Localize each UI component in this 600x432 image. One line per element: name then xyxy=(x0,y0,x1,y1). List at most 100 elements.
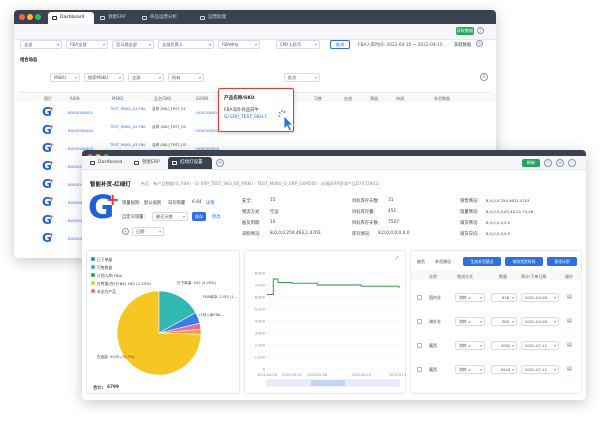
mouse-cursor-icon xyxy=(278,110,294,132)
info-value: 15 xyxy=(270,198,276,203)
x-tick-label: 2022-05-12 xyxy=(282,373,302,377)
col-reserved: 预留 xyxy=(370,96,378,101)
sales-rule-label: 销量规则: xyxy=(122,201,141,206)
row-sasin[interactable]: HGX00XX01 xyxy=(196,110,219,115)
pie-label-top: 已下单量: 292 (4.29%) xyxy=(177,281,216,285)
back-header-badge[interactable]: 获取数据 xyxy=(456,27,474,35)
col-ship: 物流方式 xyxy=(457,273,473,279)
back-setting-icon[interactable]: ⚙ xyxy=(480,73,488,81)
row-asin[interactable]: B0XX00XX02 xyxy=(68,128,93,133)
minimize-dot-icon[interactable] xyxy=(27,14,33,20)
front-tab-traffic-light[interactable]: 红绿灯设置 xyxy=(168,157,212,169)
tab-out-of-stock[interactable]: 缺货 xyxy=(417,259,425,265)
back-tab-analysis[interactable]: 商品运营分析 xyxy=(138,12,194,24)
row-ship-select[interactable]: 海铁 × xyxy=(455,341,485,350)
row-msku[interactable]: TEST_MSKU_01 FBA xyxy=(110,107,146,111)
row-delete-icon[interactable]: ▤ xyxy=(567,294,572,300)
refresh-icon[interactable]: ↻ xyxy=(476,40,483,47)
back-sub-filter-1[interactable]: MSKU xyxy=(50,73,80,82)
bell-icon[interactable]: ♪ xyxy=(568,159,576,167)
row-qty-input[interactable]: 4092 xyxy=(491,341,517,350)
row-date-input[interactable]: 2022-07-11 xyxy=(521,341,559,350)
row-qty-input[interactable]: 9944 xyxy=(491,365,517,374)
info-label: 物流方式: xyxy=(242,210,261,215)
table-row[interactable]: 墨西 海铁 × 9944 2022-07-11 ▤ xyxy=(411,361,583,379)
product-logo-icon: G + xyxy=(42,123,55,137)
front-tab-dashboard[interactable]: Dashboard xyxy=(86,157,130,169)
row-msku[interactable]: TEST_MSKU_02 FBA xyxy=(110,125,146,129)
back-tab-assistant[interactable]: 运营助理 xyxy=(196,12,244,24)
settings-icon[interactable]: ⚙ xyxy=(556,159,564,167)
col-qty: 数量 xyxy=(499,273,507,279)
custom-edit-link[interactable]: 修改 xyxy=(212,214,221,220)
back-filter-5[interactable]: FBA库存 xyxy=(218,40,260,49)
row-checkbox[interactable] xyxy=(417,343,422,348)
tab-page-icon xyxy=(52,16,57,20)
back-refresh-link[interactable]: 获取数据 xyxy=(454,42,471,48)
back-filter-1[interactable]: 全部 xyxy=(20,40,62,49)
row-qty-input[interactable]: 836 xyxy=(491,293,517,302)
row-msku[interactable]: TEST_MSKU_03 FBA xyxy=(110,143,146,147)
row-date-input[interactable]: 2022-04-28 xyxy=(521,317,559,326)
row-sasin[interactable]: HGX00XX02 xyxy=(196,128,219,133)
x-tick-label: 2022-07-19 xyxy=(389,373,407,377)
table-row[interactable]: 国内仓 海铁 × 836 2022-04-28 ▤ xyxy=(411,289,583,307)
back-sub-filter-4[interactable]: 所有 xyxy=(168,73,204,82)
close-dot-icon[interactable] xyxy=(19,14,25,20)
info-label: 备货周期: xyxy=(242,221,261,226)
back-date-range[interactable]: FBA入库时间: 2022-04-15 ~ 2022-04-15 xyxy=(358,42,443,48)
row-checkbox[interactable] xyxy=(417,367,422,372)
help-icon[interactable]: ? xyxy=(544,159,552,167)
sales-rule-edit-link[interactable]: 详情 xyxy=(206,200,215,206)
table-row[interactable]: 海外仓 海铁 × 380 2022-04-28 ▤ xyxy=(411,313,583,331)
info-label: 销量情况: xyxy=(460,210,479,215)
front-tab-erp[interactable]: 领星ERP xyxy=(130,157,166,169)
col-op: 操作 xyxy=(565,273,573,279)
col-image: 图片 xyxy=(44,96,52,101)
back-filter-4[interactable]: 全部负责人 xyxy=(158,40,214,49)
back-filter-3[interactable]: 亚马逊全部 xyxy=(112,40,154,49)
custom-save-button[interactable]: 保存 xyxy=(192,212,206,221)
line-chart[interactable]: 8,000 7,000 6,000 5,000 4,000 3,000 2,000 1,000… xyxy=(245,251,407,395)
row-delete-icon[interactable]: ▤ xyxy=(567,342,572,348)
generate-advice-button[interactable]: 生成补货建议 xyxy=(463,257,501,266)
row-ship-select[interactable]: 海铁 × xyxy=(455,293,485,302)
back-filter-2[interactable]: FBA全部 xyxy=(66,40,108,49)
pie-chart-panel: 已下单量 可售数量 计划入库(FBA) 在库量(合计FBA) 160 (2.35… xyxy=(86,250,240,394)
row-date-input[interactable]: 2022-07-11 xyxy=(521,365,559,374)
back-filter-6[interactable]: CNY人民币 xyxy=(276,40,320,49)
row-asin[interactable]: B0XX00XX01 xyxy=(68,110,93,115)
modify-arrival-button[interactable]: 修改到货时间 xyxy=(505,257,543,266)
custom-sales-select[interactable]: 最近天数 xyxy=(152,212,188,221)
row-checkbox[interactable] xyxy=(417,295,422,300)
tab-replenish-advice[interactable]: 补货建议 xyxy=(435,259,451,265)
back-tab-dashboard[interactable]: Dashboard xyxy=(48,12,94,24)
row-ship-select[interactable]: 海铁 × xyxy=(455,317,485,326)
add-tab-icon[interactable]: + xyxy=(216,159,224,167)
line-series[interactable] xyxy=(267,278,400,296)
back-sub-filter-2[interactable]: 搜索MSKU xyxy=(84,73,124,82)
front-header-badge[interactable]: 刷新 xyxy=(522,159,540,167)
row-checkbox[interactable] xyxy=(417,319,422,324)
row-qty-input[interactable]: 380 xyxy=(491,317,517,326)
back-query-button[interactable]: 查询 xyxy=(330,40,350,49)
zoom-slider-handle[interactable] xyxy=(311,380,345,386)
table-row[interactable]: 墨西 海铁 × 4092 2022-07-11 ▤ xyxy=(411,337,583,355)
date-select[interactable]: 日期 xyxy=(132,227,164,236)
popup-line-2[interactable]: G/ ERP_TEST_SKU-1 xyxy=(224,115,267,120)
col-inbound: 在途 xyxy=(344,96,352,101)
back-sub-filter-3[interactable]: 全部 xyxy=(128,73,164,82)
tab-page-icon xyxy=(100,16,105,20)
back-tab-erp[interactable]: 领星ERP xyxy=(96,12,136,24)
row-delete-icon[interactable]: ▤ xyxy=(567,366,572,372)
change-plan-button[interactable]: 更改计划 xyxy=(547,257,577,266)
back-sub-filter-5[interactable]: 批次 xyxy=(284,73,320,82)
row-ship-select[interactable]: 海铁 × xyxy=(455,365,485,374)
pie-chart[interactable] xyxy=(87,251,241,395)
row-delete-icon[interactable]: ▤ xyxy=(567,318,572,324)
add-rule-icon[interactable]: + xyxy=(122,228,129,235)
maximize-dot-icon[interactable] xyxy=(35,14,41,20)
y-tick-label: 1,000 xyxy=(255,355,266,359)
row-date-input[interactable]: 2022-04-28 xyxy=(521,293,559,302)
help-icon[interactable]: ? xyxy=(477,27,484,34)
